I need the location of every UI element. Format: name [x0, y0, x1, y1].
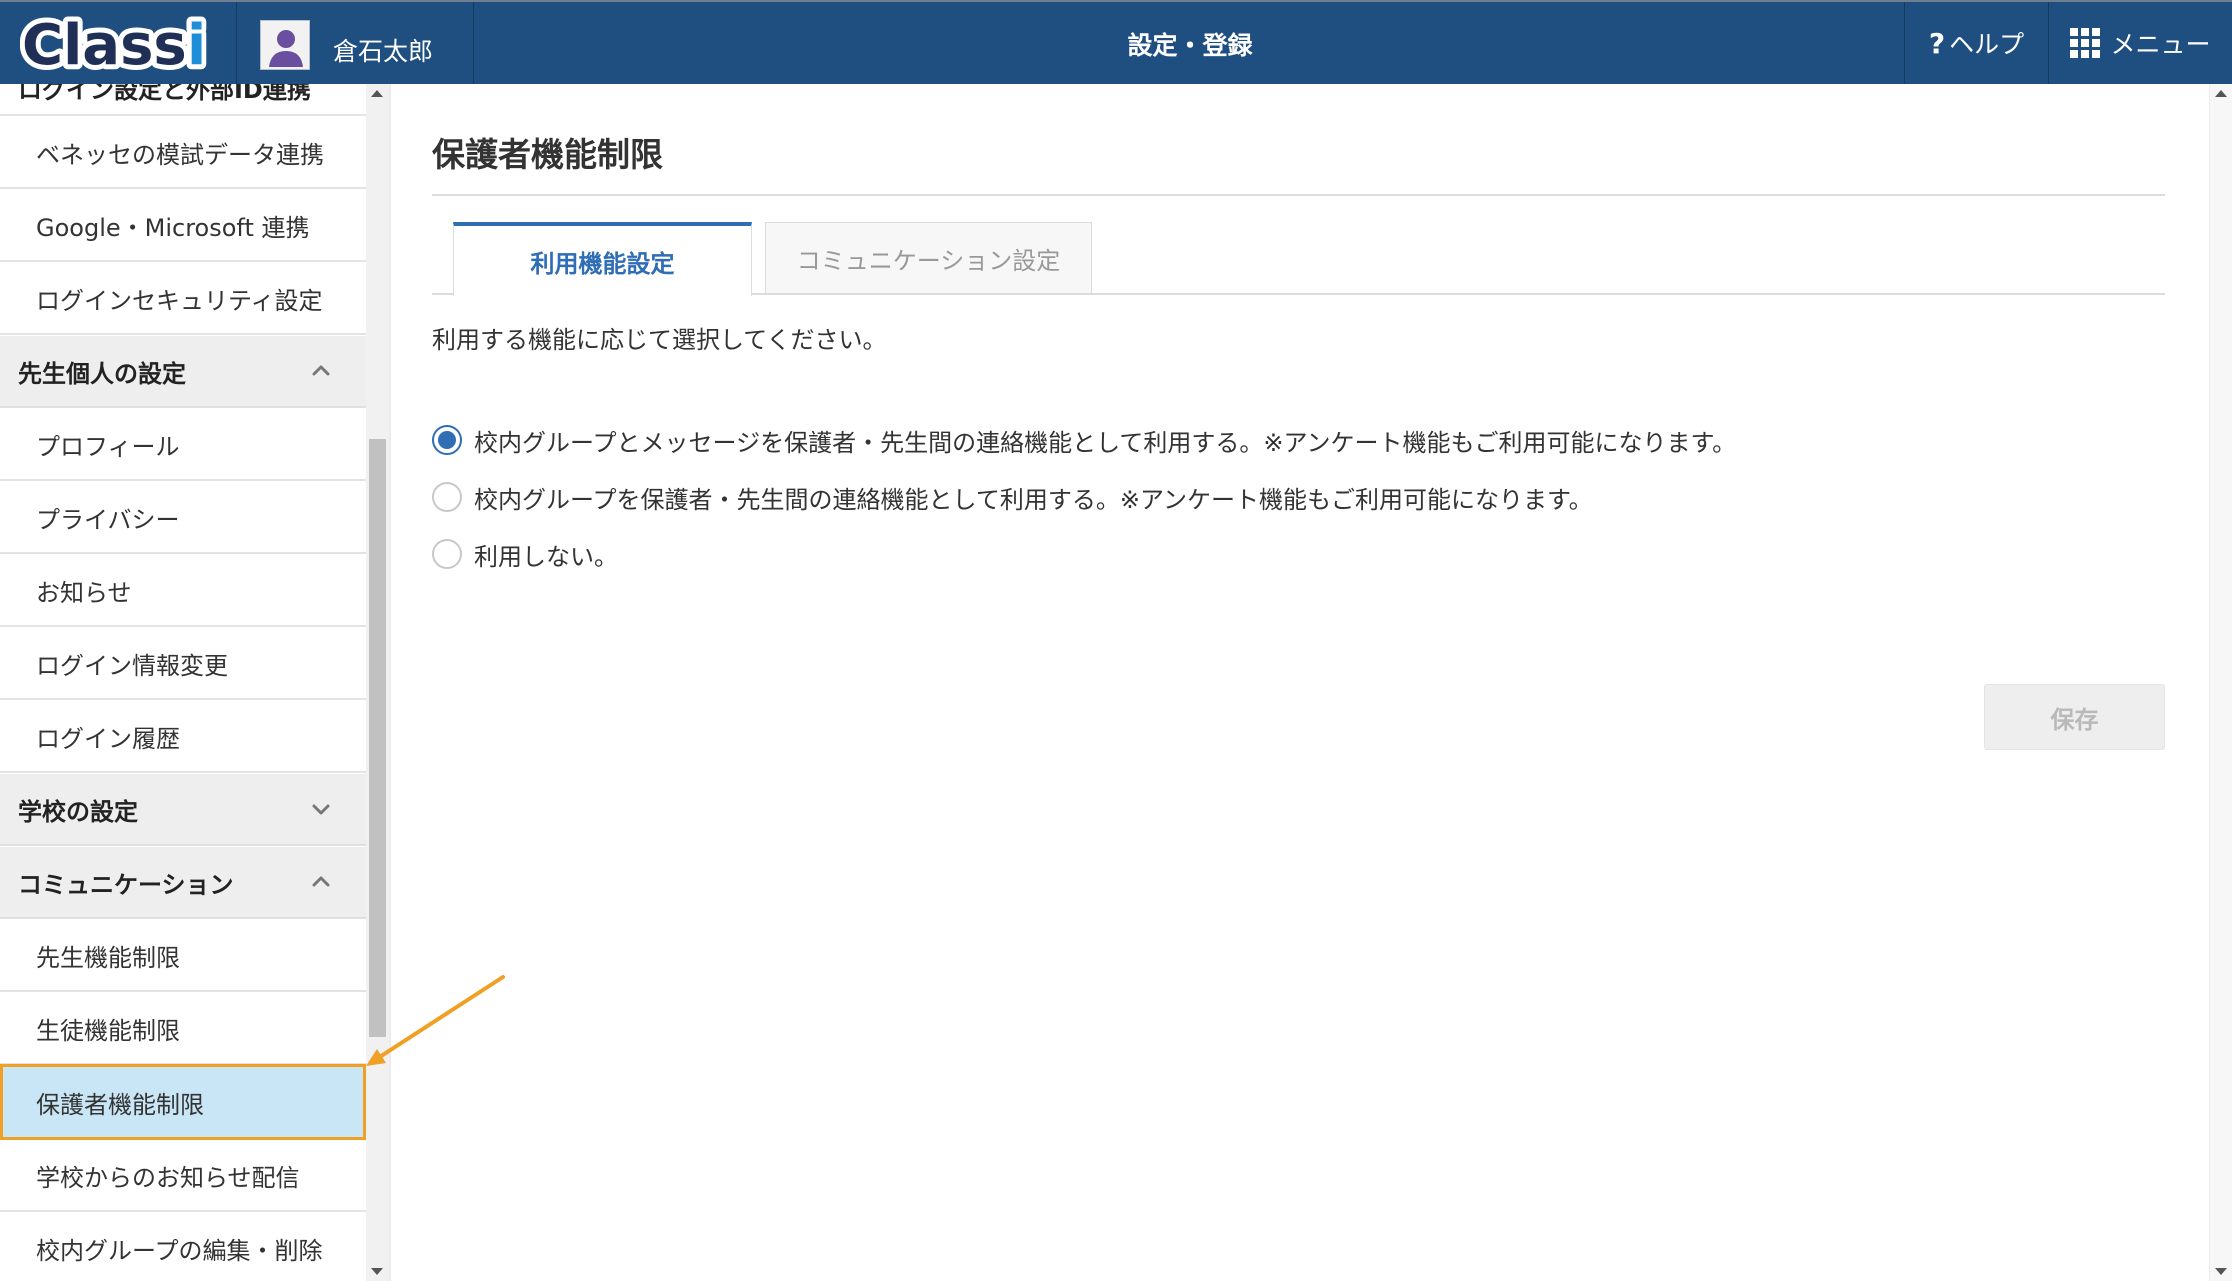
radio-label: 校内グループを保護者・先生間の連絡機能として利用する。※アンケート機能もご利用可… [474, 485, 1593, 514]
sidebar-section-label: 先生個人の設定 [18, 359, 186, 388]
page-title: 保護者機能制限 [432, 135, 663, 174]
menu-button[interactable]: メニュー [2048, 2, 2232, 84]
sidebar-item-label: ログイン情報変更 [36, 651, 228, 680]
grid-menu-icon [2070, 28, 2101, 58]
radio-option-groups-and-messages[interactable]: 校内グループとメッセージを保護者・先生間の連絡機能として利用する。※アンケート機… [432, 423, 1736, 457]
avatar [260, 20, 310, 70]
description-text: 利用する機能に応じて選択してください。 [432, 326, 887, 354]
tab-communication-settings[interactable]: コミュニケーション設定 [765, 222, 1092, 294]
question-icon: ? [1928, 26, 1946, 60]
sidebar-item-teacher-restrictions[interactable]: 先生機能制限 [0, 920, 366, 992]
scroll-up-arrow-icon[interactable] [371, 90, 383, 97]
sidebar-item-label: ログインセキュリティ設定 [36, 286, 323, 315]
sidebar-scrollbar[interactable] [366, 84, 389, 1281]
sidebar-item-label: プライバシー [36, 505, 180, 534]
sidebar-item-label: お知らせ [36, 578, 132, 607]
tab-feature-settings[interactable]: 利用機能設定 [453, 222, 752, 296]
scroll-up-arrow-icon[interactable] [2215, 90, 2227, 97]
sidebar-section-label: ログイン設定と外部ID連携 [18, 84, 311, 104]
radio-label: 校内グループとメッセージを保護者・先生間の連絡機能として利用する。※アンケート機… [474, 428, 1737, 457]
sidebar-section-label: 学校の設定 [18, 797, 138, 826]
sidebar-section-personal[interactable]: 先生個人の設定 [0, 336, 366, 408]
menu-label: メニュー [2110, 30, 2211, 59]
save-button[interactable]: 保存 [1984, 684, 2165, 750]
radio-button-checked[interactable] [432, 425, 462, 455]
sidebar-scroll-thumb[interactable] [369, 439, 386, 1037]
sidebar-item-login-history[interactable]: ログイン履歴 [0, 701, 366, 773]
scroll-down-arrow-icon[interactable] [371, 1268, 383, 1275]
sidebar-item-label: プロフィール [36, 432, 180, 461]
sidebar-item-edit-groups[interactable]: 校内グループの編集・削除 [0, 1213, 366, 1281]
help-label: ヘルプ [1949, 30, 2025, 59]
sidebar-item-login-info[interactable]: ログイン情報変更 [0, 628, 366, 700]
sidebar-section-login[interactable]: ログイン設定と外部ID連携 [0, 84, 366, 116]
sidebar-item-google-microsoft[interactable]: Google・Microsoft 連携 [0, 190, 366, 262]
user-menu[interactable]: 倉石太郎 [236, 2, 474, 84]
annotation-arrow-icon [366, 975, 505, 1066]
svg-text:Class: Class [22, 13, 187, 78]
sidebar-item-label: 生徒機能制限 [36, 1016, 180, 1045]
radio-button[interactable] [432, 539, 462, 569]
chevron-down-icon [312, 804, 330, 815]
sidebar-section-school[interactable]: 学校の設定 [0, 774, 366, 846]
page-header-title: 設定・登録 [1127, 31, 1253, 60]
sidebar-item-label: Google・Microsoft 連携 [36, 213, 310, 242]
sidebar-item-notifications[interactable]: お知らせ [0, 555, 366, 627]
tab-label: コミュニケーション設定 [796, 247, 1061, 275]
sidebar-item-privacy[interactable]: プライバシー [0, 482, 366, 554]
sidebar-item-student-restrictions[interactable]: 生徒機能制限 [0, 993, 366, 1065]
sidebar-item-label: 学校からのお知らせ配信 [36, 1163, 300, 1192]
title-divider [432, 194, 2165, 196]
main-content: 保護者機能制限 利用機能設定 コミュニケーション設定 利用する機能に応じて選択し… [391, 84, 2209, 1281]
help-button[interactable]: ? ヘルプ [1904, 2, 2048, 84]
sidebar-item-guardian-restrictions[interactable]: 保護者機能制限 [0, 1064, 366, 1140]
radio-label: 利用しない。 [474, 542, 618, 571]
chevron-up-icon [312, 365, 330, 376]
sidebar: ログイン設定と外部ID連携 ベネッセの模試データ連携 Google・Micros… [0, 84, 366, 1281]
sidebar-section-label: コミュニケーション [18, 870, 234, 899]
sidebar-item-label: 保護者機能制限 [36, 1090, 204, 1119]
sidebar-item-label: ログイン履歴 [36, 724, 180, 753]
radio-option-groups-only[interactable]: 校内グループを保護者・先生間の連絡機能として利用する。※アンケート機能もご利用可… [432, 480, 1593, 514]
sidebar-item-label: ベネッセの模試データ連携 [36, 140, 324, 169]
svg-text:i: i [187, 13, 206, 78]
sidebar-item-login-security[interactable]: ログインセキュリティ設定 [0, 263, 366, 335]
sidebar-section-communication[interactable]: コミュニケーション [0, 847, 366, 919]
tab-label: 利用機能設定 [530, 249, 675, 278]
sidebar-item-school-announcements[interactable]: 学校からのお知らせ配信 [0, 1140, 366, 1212]
classi-logo[interactable]: Classi Class i [20, 8, 220, 80]
sidebar-item-profile[interactable]: プロフィール [0, 409, 366, 481]
user-name: 倉石太郎 [333, 37, 434, 66]
sidebar-item-label: 校内グループの編集・削除 [36, 1236, 323, 1265]
chevron-up-icon [312, 876, 330, 887]
app-header: Classi Class i 倉石太郎 設定・登録 ? ヘルプ メニュー [0, 0, 2232, 84]
user-silhouette-icon [269, 30, 303, 67]
scroll-down-arrow-icon[interactable] [2215, 1268, 2227, 1275]
sidebar-item-label: 先生機能制限 [36, 943, 180, 972]
radio-button[interactable] [432, 482, 462, 512]
sidebar-item-benesse[interactable]: ベネッセの模試データ連携 [0, 117, 366, 189]
main-scrollbar[interactable] [2209, 84, 2232, 1281]
radio-option-not-used[interactable]: 利用しない。 [432, 537, 618, 571]
